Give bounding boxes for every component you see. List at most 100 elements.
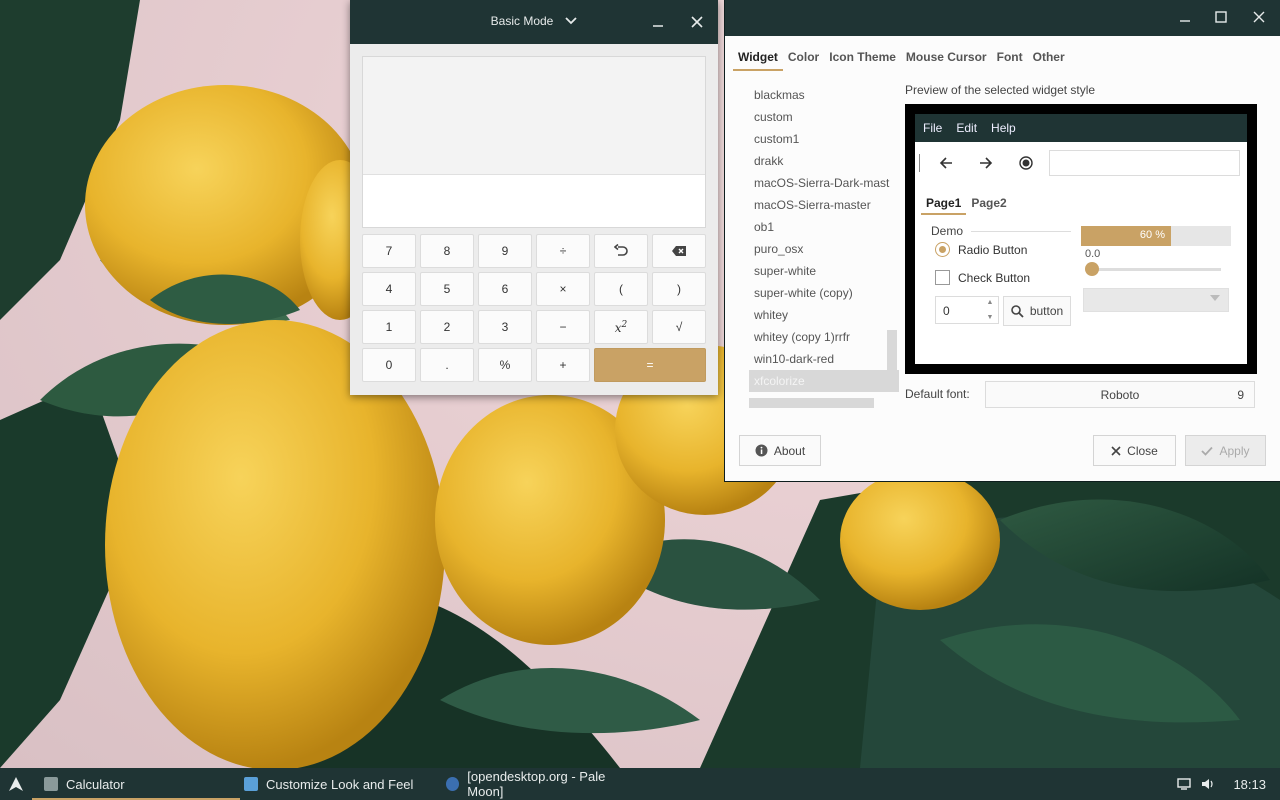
minimize-icon [1180, 20, 1190, 22]
taskbar-item[interactable]: Customize Look and Feel [240, 768, 442, 800]
menu-edit[interactable]: Edit [956, 121, 977, 135]
key-equals[interactable]: = [594, 348, 706, 382]
tab-color[interactable]: Color [783, 44, 824, 71]
key-close-paren[interactable]: ) [652, 272, 706, 306]
taskbar-item[interactable]: [opendesktop.org - Pale Moon] [442, 768, 642, 800]
tab-mouse-cursor[interactable]: Mouse Cursor [901, 44, 992, 71]
taskbar-item[interactable]: Calculator [32, 768, 240, 800]
key-3[interactable]: 3 [478, 310, 532, 344]
key-4-label: 4 [385, 282, 393, 296]
key-open-paren-label: ( [619, 282, 623, 296]
toolbar-separator [919, 154, 920, 172]
key-6[interactable]: 6 [478, 272, 532, 306]
app-launcher-button[interactable] [0, 768, 32, 800]
key-divide[interactable]: ÷ [536, 234, 590, 268]
preview-button[interactable]: button [1003, 296, 1071, 326]
key-subtract[interactable]: − [536, 310, 590, 344]
theme-list-item[interactable]: win10-dark-red [749, 348, 899, 370]
key-decimal[interactable]: . [420, 348, 474, 382]
theme-list-item[interactable]: whitey (copy 1)rrfr [749, 326, 899, 348]
key-1[interactable]: 1 [362, 310, 416, 344]
preview-check-button[interactable]: Check Button [935, 270, 1030, 285]
theme-list-item[interactable]: whitey [749, 304, 899, 326]
back-button[interactable] [937, 154, 955, 172]
key-4[interactable]: 4 [362, 272, 416, 306]
tab-icon-theme[interactable]: Icon Theme [824, 44, 901, 71]
theme-list-item[interactable]: xfcolorize [749, 370, 899, 392]
close-dialog-button[interactable]: Close [1093, 435, 1176, 466]
theme-list-item[interactable]: super-white [749, 260, 899, 282]
theme-list-item[interactable]: custom [749, 106, 899, 128]
key-9[interactable]: 9 [478, 234, 532, 268]
key-8[interactable]: 8 [420, 234, 474, 268]
theme-list-item[interactable]: super-white (copy) [749, 282, 899, 304]
scale-knob[interactable] [1085, 262, 1099, 276]
preview-tab-page2[interactable]: Page2 [966, 194, 1011, 215]
minimize-button[interactable] [648, 12, 668, 32]
key-close-paren-label: ) [677, 282, 681, 296]
default-font-label: Default font: [905, 387, 970, 401]
theme-list-hscrollbar[interactable] [749, 398, 874, 408]
key-5[interactable]: 5 [420, 272, 474, 306]
theme-list-item[interactable]: puro_osx [749, 238, 899, 260]
key-backspace[interactable] [652, 234, 706, 268]
theme-list-item[interactable]: drakk [749, 150, 899, 172]
record-button[interactable] [1017, 154, 1035, 172]
default-font-button[interactable]: Roboto 9 [985, 381, 1255, 408]
clock[interactable]: 18:13 [1233, 777, 1266, 792]
preview-tabs: Page1 Page2 [921, 194, 1012, 215]
tab-other[interactable]: Other [1028, 44, 1070, 71]
close-button[interactable] [1251, 9, 1267, 25]
theme-list-scrollbar[interactable] [887, 330, 897, 382]
theme-list-item[interactable]: macOS-Sierra-master [749, 194, 899, 216]
apply-button[interactable]: Apply [1185, 435, 1266, 466]
tab-font[interactable]: Font [992, 44, 1028, 71]
preview-spinbutton[interactable]: 0 ▲ ▼ [935, 296, 999, 324]
maximize-button[interactable] [1213, 9, 1229, 25]
key-open-paren[interactable]: ( [594, 272, 648, 306]
theme-list-item[interactable]: custom1 [749, 128, 899, 150]
key-multiply[interactable]: × [536, 272, 590, 306]
widget-theme-list[interactable]: blackmas custom custom1 drakk macOS-Sierra-D… [749, 84, 899, 410]
menu-file[interactable]: File [923, 121, 942, 135]
key-2[interactable]: 2 [420, 310, 474, 344]
spin-down-icon[interactable]: ▼ [987, 314, 994, 321]
close-button[interactable] [687, 12, 707, 32]
appearance-icon [244, 777, 258, 791]
preview-combobox[interactable] [1083, 288, 1229, 312]
key-8-label: 8 [443, 244, 451, 258]
record-icon [1019, 156, 1033, 170]
tab-widget[interactable]: Widget [733, 44, 783, 71]
about-button[interactable]: About [739, 435, 821, 466]
theme-list-item[interactable]: ob1 [749, 216, 899, 238]
checkmark-icon [1201, 446, 1214, 456]
calculator-icon [44, 777, 58, 791]
mode-label: Basic Mode [490, 14, 554, 28]
preview-tab-page1[interactable]: Page1 [921, 194, 967, 215]
preview-scale[interactable] [1089, 268, 1221, 271]
key-6-label: 6 [501, 282, 509, 296]
key-percent[interactable]: % [478, 348, 532, 382]
key-undo[interactable] [594, 234, 648, 268]
undo-icon [614, 244, 628, 256]
key-sqrt[interactable]: √ [652, 310, 706, 344]
spin-value: 0 [943, 304, 950, 318]
about-label: About [773, 443, 806, 458]
key-square-label: x2 [614, 319, 628, 335]
key-square[interactable]: x2 [594, 310, 648, 344]
theme-list-item[interactable]: macOS-Sierra-Dark-mast [749, 172, 899, 194]
display-icon[interactable] [1177, 778, 1192, 790]
theme-list-item[interactable]: blackmas [749, 84, 899, 106]
minimize-button[interactable] [1177, 9, 1193, 25]
preview-radio-button[interactable]: Radio Button [935, 242, 1027, 257]
menu-help[interactable]: Help [991, 121, 1016, 135]
preview-entry[interactable] [1049, 150, 1240, 176]
key-7[interactable]: 7 [362, 234, 416, 268]
calculator-display[interactable] [362, 56, 706, 228]
volume-icon[interactable] [1201, 778, 1215, 790]
key-7-label: 7 [385, 244, 393, 258]
key-0[interactable]: 0 [362, 348, 416, 382]
spin-up-icon[interactable]: ▲ [987, 299, 994, 306]
key-add[interactable]: + [536, 348, 590, 382]
forward-button[interactable] [977, 154, 995, 172]
